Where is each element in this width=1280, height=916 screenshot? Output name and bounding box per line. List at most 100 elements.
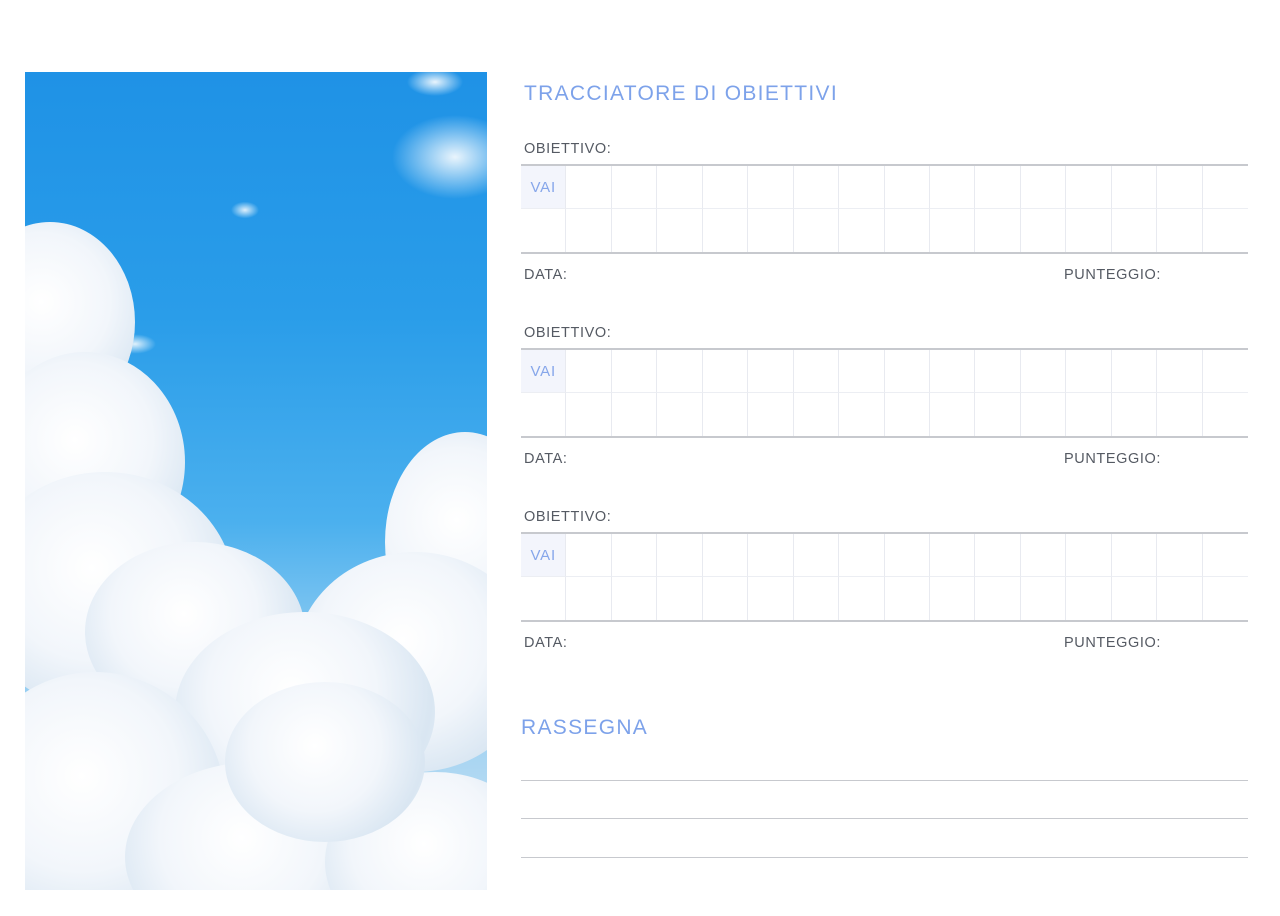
grid-cell[interactable] (839, 166, 885, 209)
grid-cell[interactable] (975, 534, 1021, 577)
grid-cell[interactable] (884, 166, 930, 209)
grid-cell[interactable] (839, 577, 885, 620)
grid-cell[interactable] (975, 209, 1021, 252)
grid-cell[interactable] (1066, 209, 1112, 252)
grid-cell[interactable] (1112, 577, 1158, 620)
grid-cell[interactable] (1202, 350, 1248, 393)
grid-cell[interactable] (657, 577, 703, 620)
grid-cell[interactable] (1021, 209, 1067, 252)
grid-cell[interactable] (975, 393, 1021, 436)
grid-cell[interactable] (1157, 393, 1203, 436)
grid-cell[interactable] (1157, 577, 1203, 620)
grid-cell[interactable] (1203, 577, 1248, 620)
grid-cell[interactable] (884, 350, 930, 393)
grid-cell[interactable] (1112, 209, 1158, 252)
grid-cell[interactable] (1157, 534, 1203, 577)
grid-cell[interactable] (793, 166, 840, 209)
grid-cell[interactable] (702, 350, 749, 393)
grid-cell[interactable] (1202, 534, 1248, 577)
grid-cell[interactable] (1020, 350, 1067, 393)
grid-cell[interactable] (521, 209, 567, 252)
grid-cell[interactable] (794, 209, 840, 252)
grid-cell[interactable] (702, 166, 749, 209)
grid-cell[interactable] (794, 393, 840, 436)
grid-cell[interactable] (1021, 577, 1067, 620)
grid-cell[interactable] (930, 393, 976, 436)
grid-cell[interactable] (612, 209, 658, 252)
grid-cell[interactable] (885, 393, 930, 436)
grid-cell[interactable] (1203, 209, 1248, 252)
grid-cell[interactable] (1066, 393, 1112, 436)
goal-label: OBIETTIVO: (524, 325, 612, 341)
grid-cell[interactable] (975, 166, 1021, 209)
grid-cell[interactable] (929, 350, 976, 393)
grid-cell[interactable] (975, 350, 1021, 393)
grid-cell[interactable] (703, 209, 749, 252)
grid-cell[interactable] (566, 166, 612, 209)
grid-cell[interactable] (930, 577, 976, 620)
grid-cell[interactable] (793, 350, 840, 393)
grid-cell[interactable] (748, 209, 794, 252)
grid-cell[interactable] (612, 577, 658, 620)
grid-cell[interactable] (612, 393, 658, 436)
grid-cell[interactable] (839, 534, 885, 577)
grid-cell[interactable] (611, 166, 658, 209)
grid-cell[interactable] (1066, 534, 1112, 577)
grid-cell[interactable] (748, 393, 794, 436)
grid-cell[interactable] (748, 577, 794, 620)
grid-cell[interactable] (748, 166, 794, 209)
grid-cell[interactable] (975, 577, 1021, 620)
grid-cell[interactable] (1020, 534, 1067, 577)
grid-cell[interactable] (566, 350, 612, 393)
grid-cell[interactable] (1021, 393, 1067, 436)
grid-cell[interactable] (1202, 166, 1248, 209)
grid-cell[interactable] (1066, 577, 1112, 620)
grid-cell[interactable] (930, 209, 976, 252)
grid-cell[interactable] (657, 209, 703, 252)
grid-cell[interactable] (839, 393, 885, 436)
grid-cell[interactable] (793, 534, 840, 577)
grid-cell[interactable] (839, 209, 885, 252)
grid-cell[interactable] (657, 534, 703, 577)
grid-cell[interactable] (1157, 350, 1203, 393)
grid-cell[interactable] (521, 393, 567, 436)
goal-label: OBIETTIVO: (524, 509, 612, 525)
grid-cell[interactable] (1111, 166, 1158, 209)
grid-cell[interactable] (839, 350, 885, 393)
grid-cell[interactable] (657, 393, 703, 436)
grid-cell[interactable] (703, 577, 749, 620)
grid-cell[interactable] (611, 350, 658, 393)
grid-cell[interactable] (566, 209, 612, 252)
grid-cell[interactable] (1112, 393, 1158, 436)
grid-cell[interactable] (1111, 534, 1158, 577)
grid-cell[interactable] (566, 534, 612, 577)
progress-grid: VAI (521, 532, 1248, 622)
grid-cell[interactable] (929, 534, 976, 577)
grid-cell[interactable] (1066, 166, 1112, 209)
grid-cell[interactable] (885, 209, 930, 252)
grid-cell[interactable] (1157, 209, 1203, 252)
grid-cell[interactable] (1066, 350, 1112, 393)
grid-cell[interactable] (1020, 166, 1067, 209)
grid-cell[interactable] (611, 534, 658, 577)
grid-cell[interactable] (1157, 166, 1203, 209)
grid-cell[interactable] (657, 166, 703, 209)
review-line[interactable] (521, 857, 1248, 858)
grid-cell[interactable] (657, 350, 703, 393)
review-line[interactable] (521, 818, 1248, 819)
grid-cell[interactable] (794, 577, 840, 620)
grid-cell[interactable] (748, 534, 794, 577)
grid-cell[interactable] (884, 534, 930, 577)
grid-cell[interactable] (1111, 350, 1158, 393)
date-label: DATA: (524, 451, 568, 467)
grid-cell[interactable] (702, 534, 749, 577)
grid-cell[interactable] (885, 577, 930, 620)
grid-cell[interactable] (703, 393, 749, 436)
grid-cell[interactable] (566, 577, 612, 620)
grid-cell[interactable] (566, 393, 612, 436)
review-line[interactable] (521, 780, 1248, 781)
grid-cell[interactable] (929, 166, 976, 209)
grid-cell[interactable] (748, 350, 794, 393)
grid-cell[interactable] (521, 577, 567, 620)
grid-cell[interactable] (1203, 393, 1248, 436)
